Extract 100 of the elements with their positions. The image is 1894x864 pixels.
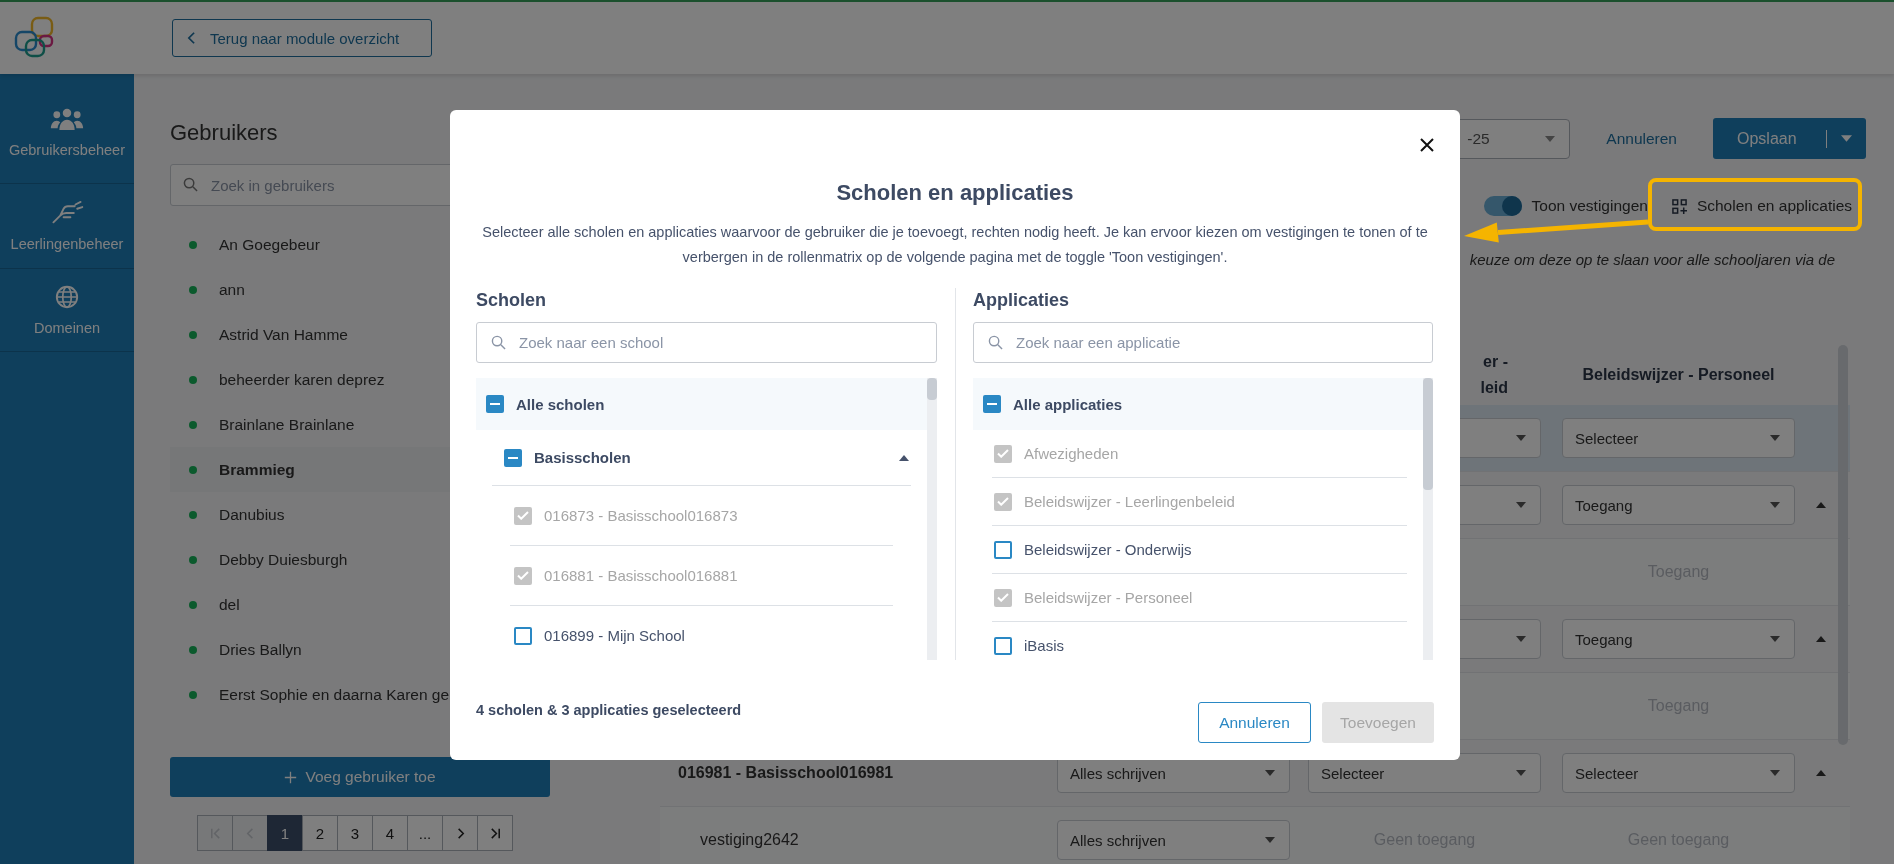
row-name: 016981 - Basisschool016981 <box>678 764 894 781</box>
last-page-icon <box>488 826 502 840</box>
sidebar-item[interactable]: Leerlingenbeheer <box>0 184 134 269</box>
checkbox[interactable] <box>983 395 1001 413</box>
checkmark-icon <box>997 497 1009 506</box>
selection-summary: 4 scholen & 3 applicaties geselecteerd <box>476 702 742 720</box>
toggle-switch[interactable] <box>1483 196 1522 216</box>
caret-up-icon[interactable] <box>899 454 909 461</box>
checkbox[interactable] <box>504 448 522 467</box>
caret-up-icon[interactable] <box>1816 636 1826 642</box>
checkmark-icon <box>997 449 1009 458</box>
last-page-button[interactable] <box>477 815 513 851</box>
checkbox[interactable] <box>486 395 504 413</box>
search-icon <box>183 177 198 192</box>
cancel-button[interactable]: Annuleren <box>1198 702 1311 743</box>
checkbox[interactable] <box>514 626 532 645</box>
close-icon <box>1419 137 1435 153</box>
caret-down-icon <box>1770 770 1780 776</box>
user-name: ann <box>219 280 245 299</box>
minus-icon <box>508 456 518 459</box>
status-dot <box>189 510 197 519</box>
dialog-title: Scholen en applicaties <box>836 179 1074 207</box>
caret-down-icon <box>1841 135 1852 142</box>
search-field[interactable]: Zoek naar een school <box>476 322 937 363</box>
page-button[interactable]: 2 <box>302 815 338 851</box>
page-button[interactable]: 4 <box>372 815 408 851</box>
list-item[interactable]: Alle applicaties <box>973 378 1423 430</box>
access-select[interactable]: Toegang <box>1562 485 1795 525</box>
caret-up-icon[interactable] <box>1816 770 1826 776</box>
list-item[interactable]: iBasis <box>992 622 1407 660</box>
checkbox[interactable] <box>994 540 1012 559</box>
user-name: beheerder karen deprez <box>219 370 385 389</box>
page-button[interactable]: 3 <box>337 815 373 851</box>
next-page-button[interactable] <box>442 815 478 851</box>
user-name: Astrid Van Hamme <box>219 325 348 344</box>
schools-apps-button[interactable]: Scholen en applicaties <box>1671 197 1852 215</box>
caret-down-icon <box>1770 502 1780 508</box>
user-name: del <box>219 595 240 614</box>
sidebar-item[interactable]: Gebruikersbeheer <box>0 74 134 184</box>
sidebar-item[interactable]: Domeinen <box>0 269 134 352</box>
status-dot <box>189 285 197 294</box>
status-dot <box>189 465 197 474</box>
caret-up-icon[interactable] <box>1816 502 1826 508</box>
user-name: Danubius <box>219 505 285 524</box>
user-name: Eerst Sophie en daarna Karen ge <box>219 685 450 704</box>
status-dot <box>189 600 197 609</box>
user-name: Brammieg <box>219 460 295 479</box>
checkmark-icon <box>997 593 1009 602</box>
search-icon <box>491 335 506 350</box>
scrollbar[interactable] <box>1423 378 1433 490</box>
status-dot <box>189 240 197 249</box>
access-select[interactable]: Alles schrijven <box>1057 820 1290 860</box>
back-button[interactable]: Terug naar module overzicht <box>172 19 432 57</box>
caret-down-icon <box>1770 435 1780 441</box>
access-select[interactable]: Selecteer <box>1562 418 1795 458</box>
more-pages-button[interactable]: ... <box>407 815 443 851</box>
row-name: vestiging2642 <box>700 831 799 848</box>
section-heading: Scholen <box>476 289 547 312</box>
user-name: Dries Ballyn <box>219 640 302 659</box>
checkmark-icon <box>517 511 529 520</box>
save-button[interactable]: Opslaan <box>1713 118 1866 159</box>
checkmark-icon <box>517 571 529 580</box>
status-dot <box>189 690 197 699</box>
caret-down-icon <box>1516 770 1526 776</box>
caret-down-icon <box>1545 135 1556 142</box>
scrollbar[interactable] <box>927 378 937 400</box>
hand-icon <box>50 200 84 226</box>
user-name: Debby Duiesburgh <box>219 550 348 569</box>
caret-down-icon <box>1265 837 1275 843</box>
plus-icon <box>284 770 298 784</box>
status-dot <box>189 645 197 654</box>
caret-down-icon <box>1770 636 1780 642</box>
list-item[interactable]: Beleidswijzer - Onderwijs <box>992 526 1407 574</box>
caret-down-icon <box>1516 435 1526 441</box>
caret-down-icon <box>1516 636 1526 642</box>
user-name: An Goegebeur <box>219 235 320 254</box>
toggle-label: Toon vestigingen <box>1531 197 1648 215</box>
user-name: Brainlane Brainlane <box>219 415 355 434</box>
status-dot <box>189 330 197 339</box>
panel-title: Gebruikers <box>170 119 279 147</box>
list-item[interactable]: Alle scholen <box>476 378 927 430</box>
status-dot <box>189 420 197 429</box>
section-heading: Applicaties <box>973 289 1071 312</box>
access-select[interactable]: Selecteer <box>1562 753 1795 793</box>
page-button[interactable]: 1 <box>267 815 303 851</box>
list-item[interactable]: Basisscholen <box>492 430 911 486</box>
minus-icon <box>490 403 500 405</box>
caret-down-icon <box>1516 502 1526 508</box>
column-header: er - leid <box>1480 352 1508 398</box>
search-icon <box>988 335 1003 350</box>
search-field[interactable]: Zoek naar een applicatie <box>973 322 1433 363</box>
caret-down-icon <box>1265 770 1275 776</box>
info-text: keuze om deze op te slaan voor alle schooljaren via de <box>1469 250 1835 270</box>
grid-plus-icon <box>1671 198 1687 214</box>
add-user-button[interactable]: Voeg gebruiker toe <box>170 757 550 797</box>
access-select[interactable]: Toegang <box>1562 619 1795 659</box>
checkbox[interactable] <box>994 636 1012 655</box>
cancel-link[interactable]: Annuleren <box>1606 129 1677 148</box>
status-dot <box>189 375 197 384</box>
column-header: Beleidswijzer - Personeel <box>1581 365 1776 385</box>
